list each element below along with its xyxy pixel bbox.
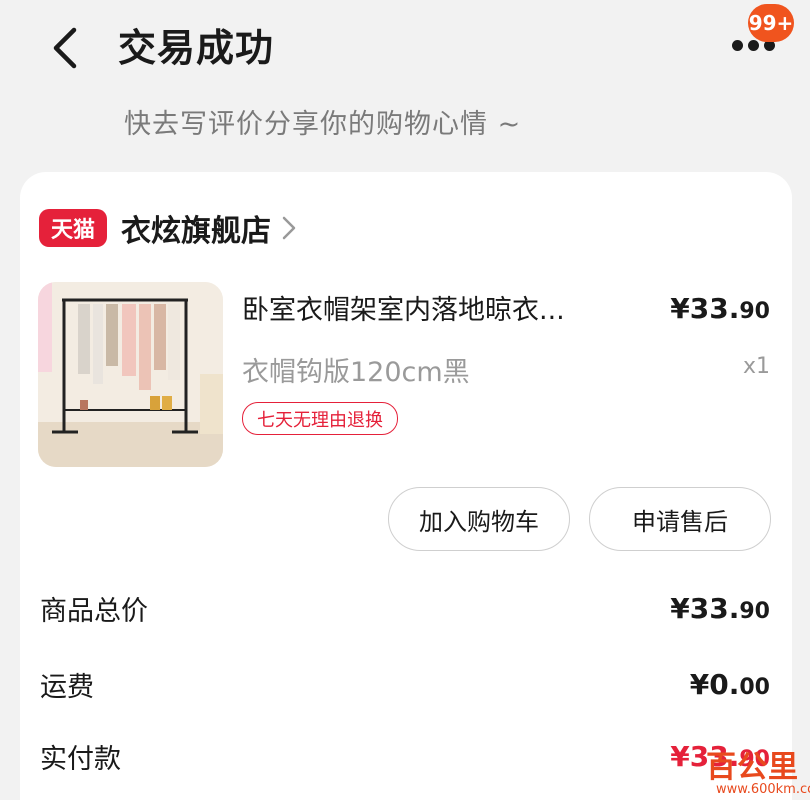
chevron-left-icon	[53, 27, 77, 69]
tmall-badge: 天猫	[39, 209, 107, 247]
price-decimal: 90	[739, 299, 770, 324]
back-button[interactable]	[40, 20, 90, 76]
total-price-main: ¥33.	[670, 591, 740, 625]
shipping-row: 运费 ¥0.00	[40, 662, 770, 706]
add-to-cart-button[interactable]: 加入购物车	[388, 487, 570, 551]
chevron-right-icon	[281, 215, 297, 241]
review-prompt[interactable]: 快去写评价分享你的购物心情 ~	[124, 102, 521, 141]
watermark-url: www.600km.com	[716, 782, 810, 797]
price-main: ¥33.	[670, 292, 740, 325]
watermark: 百公里 www.600km.com	[680, 740, 810, 800]
page-title: 交易成功	[118, 26, 275, 70]
header: 交易成功 99+ 快去写评价分享你的购物心情 ~	[0, 0, 810, 170]
shipping-decimal: 00	[739, 674, 770, 700]
paid-label: 实付款	[40, 743, 121, 775]
product-name[interactable]: 卧室衣帽架室内落地晾衣...	[242, 288, 632, 327]
return-policy-tag: 七天无理由退换	[242, 402, 398, 435]
shipping-label: 运费	[40, 671, 94, 703]
shop-link[interactable]: 天猫 衣炫旗舰店	[39, 208, 297, 249]
after-sales-button[interactable]: 申请售后	[589, 487, 771, 551]
total-price-label: 商品总价	[40, 595, 148, 627]
shop-name: 衣炫旗舰店	[121, 214, 271, 249]
shipping-main: ¥0.	[689, 667, 740, 701]
total-price-value: ¥33.90	[670, 592, 770, 625]
watermark-text: 百公里	[706, 750, 799, 785]
product-price: ¥33.90	[670, 292, 770, 325]
notification-badge: 99+	[748, 4, 794, 42]
product-image[interactable]	[38, 282, 223, 467]
product-sku: 衣帽钩版120cm黑	[242, 357, 470, 388]
order-card: 天猫 衣炫旗舰店 卧室衣帽架室内落地晾衣... ¥33.90 衣帽钩版120cm…	[20, 172, 792, 800]
clothes-rack-image	[38, 282, 223, 467]
product-quantity: x1	[742, 354, 770, 379]
total-price-row: 商品总价 ¥33.90	[40, 586, 770, 630]
paid-row: 实付款 ¥33.90	[40, 734, 770, 778]
shipping-value: ¥0.00	[690, 668, 770, 701]
total-price-decimal: 90	[739, 598, 770, 624]
